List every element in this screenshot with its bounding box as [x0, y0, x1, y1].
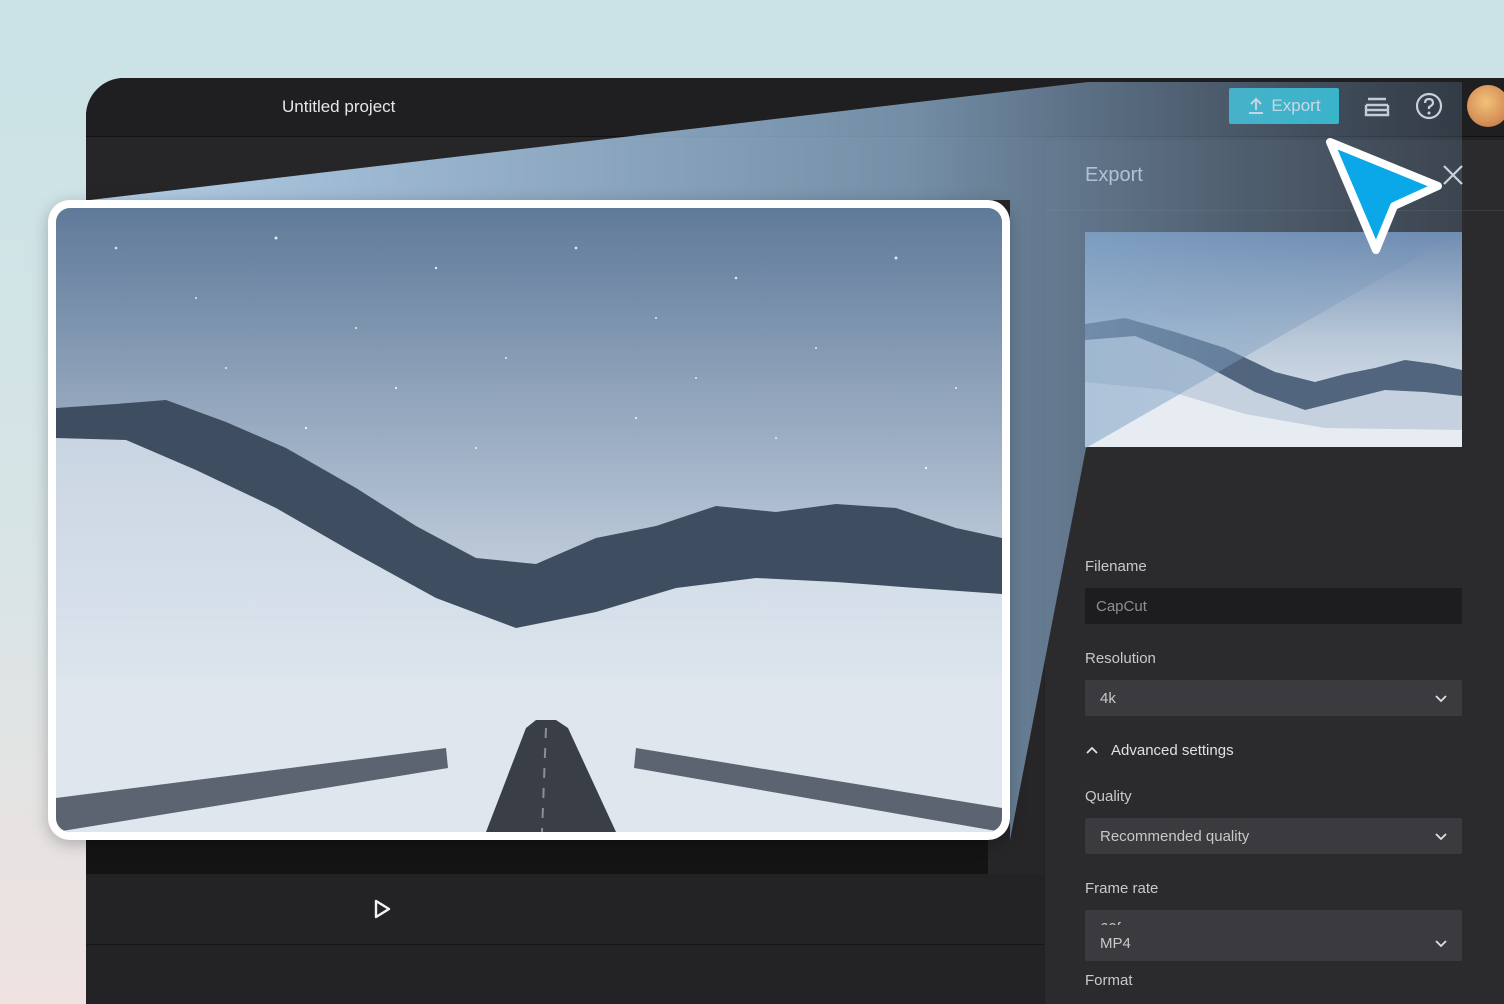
format-label: Format: [1085, 972, 1133, 989]
layers-icon[interactable]: [1362, 91, 1392, 121]
avatar[interactable]: [1467, 85, 1504, 127]
export-button-label: Export: [1271, 96, 1321, 115]
enlarged-preview-photo: [56, 208, 1002, 832]
timeline-strip[interactable]: [86, 838, 988, 874]
playback-bar: [86, 874, 1044, 945]
format-value: MP4: [1100, 934, 1131, 952]
help-icon[interactable]: [1414, 91, 1444, 121]
resolution-value: 4k: [1100, 689, 1116, 707]
chevron-down-icon: [1435, 695, 1447, 703]
top-bar: Untitled project Export: [86, 78, 1504, 137]
resolution-select[interactable]: 4k: [1085, 680, 1462, 716]
quality-value: Recommended quality: [1100, 827, 1250, 845]
advanced-settings-toggle[interactable]: Advanced settings: [1085, 742, 1234, 759]
frame-rate-label: Frame rate: [1085, 880, 1159, 897]
export-panel-title: Export: [1085, 164, 1143, 186]
filename-input[interactable]: CapCut: [1085, 588, 1462, 624]
advanced-settings-label: Advanced settings: [1111, 742, 1234, 759]
upload-icon: [1249, 97, 1264, 114]
format-select[interactable]: MP4: [1085, 925, 1462, 961]
preview-landscape: [1085, 232, 1462, 447]
cursor-pointer-icon: [1326, 138, 1442, 254]
export-panel: Export Filename CapCut Resolution 4k Adv…: [1045, 140, 1504, 1004]
chevron-down-icon: [1435, 833, 1447, 841]
project-title[interactable]: Untitled project: [282, 97, 395, 117]
play-icon[interactable]: [371, 898, 393, 920]
filename-label: Filename: [1085, 558, 1147, 575]
chevron-up-icon: [1086, 746, 1098, 754]
resolution-label: Resolution: [1085, 650, 1156, 667]
snowy-mountain-road-image: [56, 208, 1002, 832]
export-button[interactable]: Export: [1229, 88, 1339, 124]
quality-label: Quality: [1085, 788, 1132, 805]
chevron-down-icon: [1435, 940, 1447, 948]
quality-select[interactable]: Recommended quality: [1085, 818, 1462, 854]
export-preview-thumbnail: [1085, 232, 1462, 447]
filename-value: CapCut: [1096, 597, 1147, 615]
